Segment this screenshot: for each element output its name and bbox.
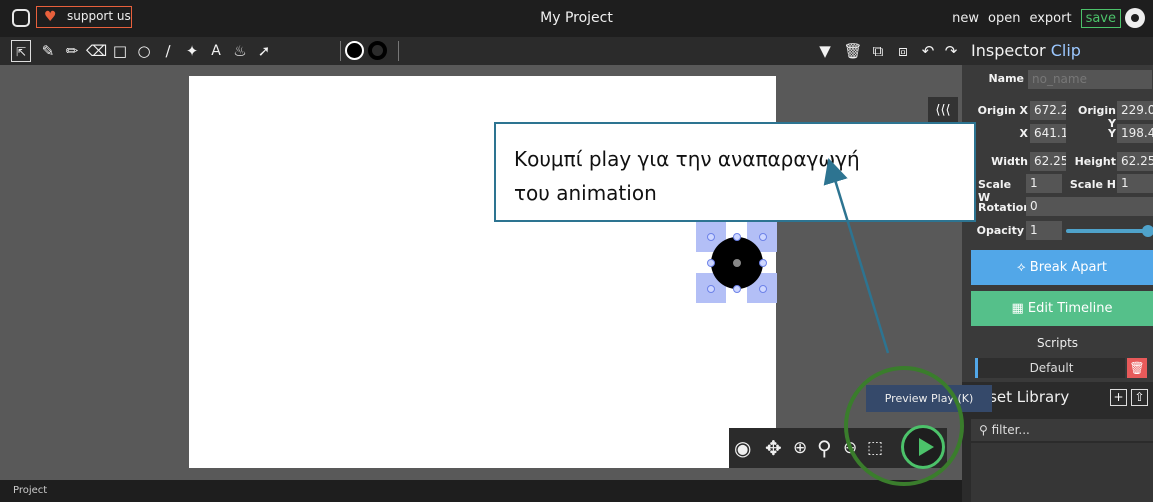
- annotation-arrow: [823, 158, 890, 354]
- annotation-overlay: [823, 158, 964, 486]
- annotation-circle: [844, 366, 964, 486]
